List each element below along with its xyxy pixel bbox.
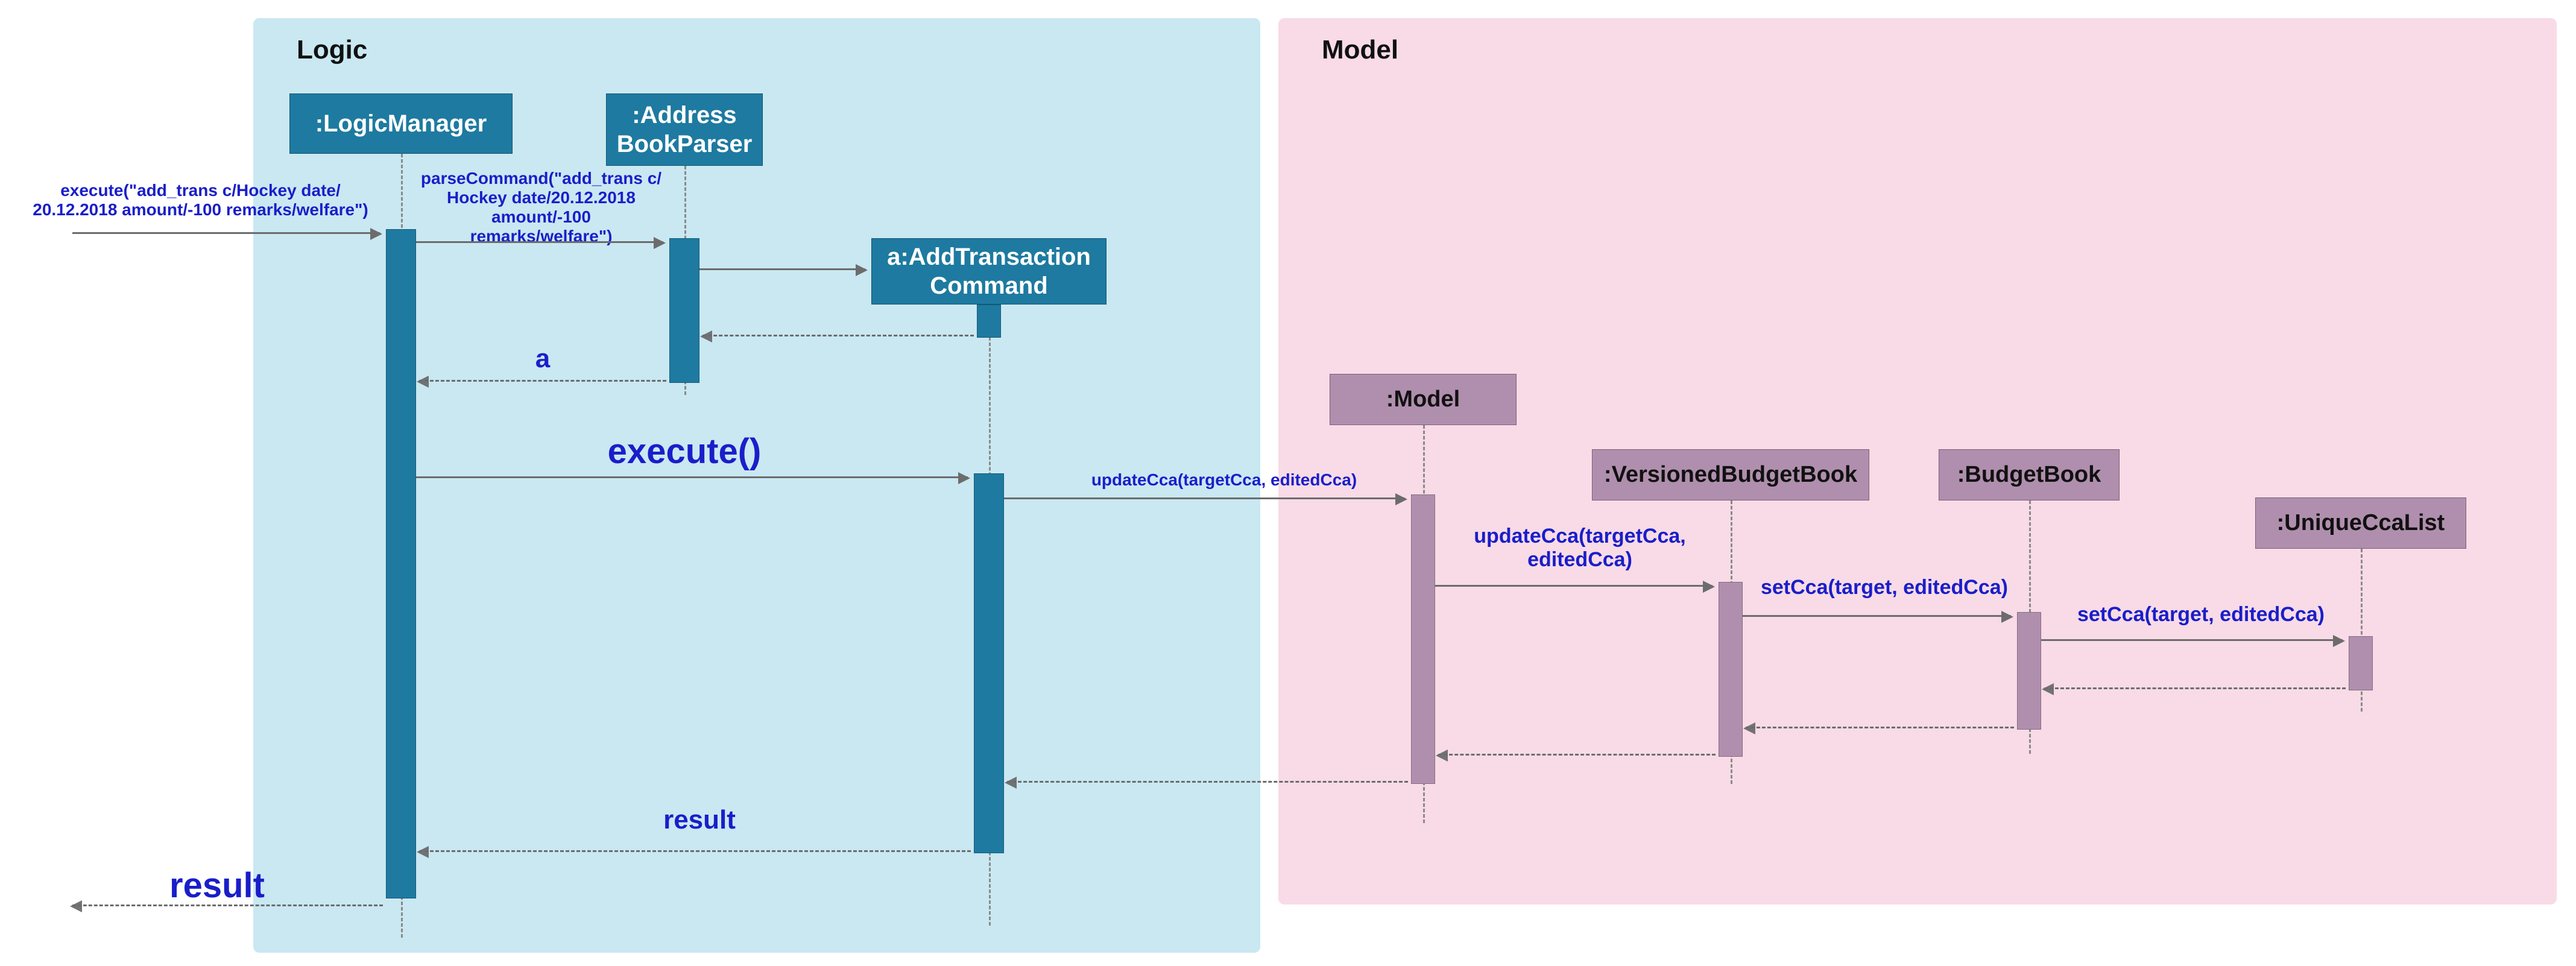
fragment-model-label: Model xyxy=(1322,35,1398,65)
arrow-return-create xyxy=(702,335,974,336)
arrow-ret-versioned xyxy=(1438,754,1716,756)
arrow-updatecca-outer xyxy=(1004,497,1405,499)
activation-uniqueccalist xyxy=(2349,636,2373,690)
msg-execute-call: execute() xyxy=(591,431,778,472)
arrow-create-addtransaction xyxy=(699,268,865,270)
msg-execute-initial: execute("add_trans c/Hockey date/ 20.12.… xyxy=(15,181,386,219)
activation-budgetbook xyxy=(2017,612,2041,730)
participant-budgetbook: :BudgetBook xyxy=(1939,449,2120,500)
sequence-diagram: Logic Model :LogicManager :Address BookP… xyxy=(0,0,2576,966)
msg-return-a: a xyxy=(525,344,561,374)
participant-versionedbudgetbook: :VersionedBudgetBook xyxy=(1592,449,1869,500)
activation-versionedbudgetbook xyxy=(1719,582,1743,757)
arrow-setcca-1 xyxy=(1743,615,2011,617)
msg-result-outer: result xyxy=(151,865,283,906)
arrow-parsecommand xyxy=(416,241,663,243)
arrow-updatecca-inner xyxy=(1435,585,1713,587)
arrow-ret-model xyxy=(1007,781,1408,783)
arrow-return-a xyxy=(419,380,666,382)
participant-logicmanager: :LogicManager xyxy=(289,93,513,154)
msg-updatecca-outer: updateCca(targetCca, editedCca) xyxy=(1055,470,1393,490)
msg-result-inner: result xyxy=(645,805,754,835)
participant-addtransactioncommand: a:AddTransaction Command xyxy=(871,238,1106,305)
msg-parsecommand: parseCommand("add_trans c/ Hockey date/2… xyxy=(419,169,663,246)
activation-model xyxy=(1411,494,1435,784)
arrow-ret-budgetbook xyxy=(1746,727,2014,728)
participant-addressbookparser: :Address BookParser xyxy=(606,93,763,166)
participant-uniqueccalist: :UniqueCcaList xyxy=(2255,497,2466,549)
msg-setcca-1: setCca(target, editedCca) xyxy=(1755,576,2014,599)
activation-addressbookparser xyxy=(669,238,699,383)
fragment-logic-label: Logic xyxy=(297,35,367,65)
arrow-ret-unique xyxy=(2044,687,2346,689)
msg-setcca-2: setCca(target, editedCca) xyxy=(2062,603,2340,627)
arrow-result-outer xyxy=(72,904,383,906)
arrow-result-inner xyxy=(419,850,971,852)
arrow-exec-initial xyxy=(72,232,380,234)
activation-addtransaction-exec xyxy=(974,473,1004,853)
arrow-setcca-2 xyxy=(2041,639,2343,641)
participant-model: :Model xyxy=(1330,374,1517,425)
activation-addtransaction-create xyxy=(977,305,1001,338)
fragment-model: Model xyxy=(1278,18,2557,904)
msg-updatecca-inner: updateCca(targetCca, editedCca) xyxy=(1444,525,1716,572)
arrow-execute-call xyxy=(416,476,968,478)
activation-logicmanager xyxy=(386,229,416,898)
